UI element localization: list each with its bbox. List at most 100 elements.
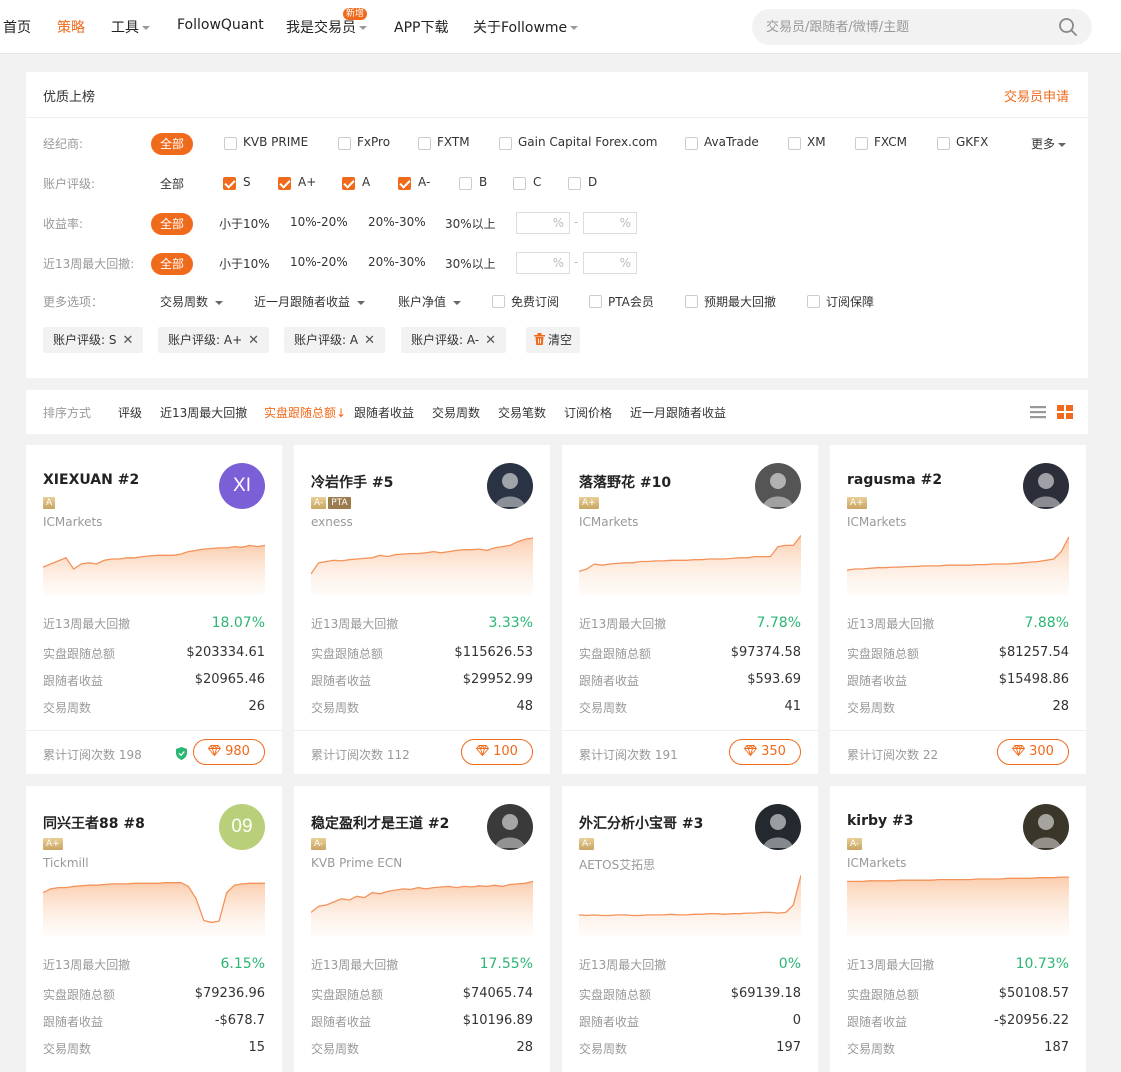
broker-checkbox[interactable] (499, 137, 512, 150)
trader-card[interactable]: 外汇分析小宝哥 #3 A- AETOS艾拓思 近13周最大回撤 0% 实盘跟随总额 $691… (562, 786, 818, 1072)
drawdown-range[interactable]: 10%-20% (290, 255, 348, 269)
avatar[interactable] (487, 804, 533, 850)
rating-checkbox-a-minus[interactable] (398, 177, 411, 190)
trader-name[interactable]: 外汇分析小宝哥 #3 (579, 813, 703, 833)
rating-checkbox-a[interactable] (342, 177, 355, 190)
drawdown-min-input[interactable]: % (516, 252, 570, 274)
trader-card[interactable]: 同兴王者88 #8 A+ Tickmill 09 近13周最大回撤 6.15% 实盘跟随总额… (26, 786, 282, 1072)
trader-apply-link[interactable]: 交易员申请 (1004, 86, 1069, 105)
drawdown-all-pill[interactable]: 全部 (151, 253, 194, 275)
subscribe-price-button[interactable]: 980 (193, 739, 265, 765)
sub-guarantee-checkbox[interactable] (807, 295, 820, 308)
trader-card[interactable]: 落落野花 #10 A+ ICMarkets 近13周最大回撤 7.78% 实盘跟随总额 $9… (562, 445, 818, 774)
stat-value: -$678.7 (214, 1013, 265, 1028)
sort-trades[interactable]: 交易笔数 (498, 404, 546, 421)
selected-tag[interactable]: 账户评级: A- ✕ (401, 327, 507, 353)
broker-more-dropdown[interactable]: 更多 (1031, 135, 1067, 152)
weeks-dropdown[interactable]: 交易周数 (160, 293, 223, 310)
search-input[interactable] (766, 17, 1036, 37)
trader-name[interactable]: ragusma #2 (847, 472, 942, 488)
trader-card[interactable]: kirby #3 A- ICMarkets 近13周最大回撤 10.73% 实盘跟随总额 $… (830, 786, 1086, 1072)
drawdown-range[interactable]: 20%-30% (368, 255, 426, 269)
avatar[interactable]: XI (219, 463, 265, 509)
trader-name[interactable]: kirby #3 (847, 813, 914, 829)
trader-name[interactable]: 稳定盈利才是王道 #2 (311, 813, 449, 833)
selected-tag[interactable]: 账户评级: A ✕ (284, 327, 385, 353)
trader-card[interactable]: ragusma #2 A+ ICMarkets 近13周最大回撤 7.88% 实盘跟随总额… (830, 445, 1086, 774)
broker-checkbox[interactable] (855, 137, 868, 150)
return-range[interactable]: 10%-20% (290, 215, 348, 229)
avatar[interactable] (755, 463, 801, 509)
broker-checkbox[interactable] (224, 137, 237, 150)
selected-tag[interactable]: 账户评级: S ✕ (43, 327, 144, 353)
follower-profit-dropdown[interactable]: 近一月跟随者收益 (254, 293, 365, 310)
close-icon[interactable]: ✕ (364, 333, 375, 348)
search-icon[interactable] (1058, 17, 1078, 37)
rating-all[interactable]: 全部 (160, 175, 184, 192)
return-max-input[interactable]: % (583, 212, 637, 234)
nav-app-download[interactable]: APP下载 (394, 17, 448, 37)
trader-name[interactable]: XIEXUAN #2 (43, 472, 139, 488)
broker-checkbox[interactable] (788, 137, 801, 150)
avatar[interactable]: 09 (219, 804, 265, 850)
equity-dropdown-label: 账户净值 (398, 295, 447, 309)
drawdown-max-input[interactable]: % (583, 252, 637, 274)
stat-label: 跟随者收益 (311, 674, 372, 688)
subscribe-price-button[interactable]: 100 (461, 739, 533, 765)
nav-home[interactable]: 首页 (3, 17, 31, 37)
rating-checkbox-a-plus[interactable] (278, 177, 291, 190)
avatar[interactable] (487, 463, 533, 509)
trader-card[interactable]: 稳定盈利才是王道 #2 A- KVB Prime ECN 近13周最大回撤 17.55%… (294, 786, 550, 1072)
rating-checkbox-c[interactable] (513, 177, 526, 190)
trader-name[interactable]: 落落野花 #10 (579, 472, 671, 492)
trader-card[interactable]: XIEXUAN #2 A ICMarkets XI 近13周最大回撤 18.07% 实盘跟随… (26, 445, 282, 774)
drawdown-range[interactable]: 小于10% (219, 255, 270, 272)
stat-value: 0 (792, 1013, 801, 1028)
sort-follower-profit[interactable]: 跟随者收益 (354, 404, 414, 421)
broker-checkbox[interactable] (937, 137, 950, 150)
rating-checkbox-d[interactable] (568, 177, 581, 190)
broker-all-pill[interactable]: 全部 (151, 133, 194, 155)
trader-name[interactable]: 冷岩作手 #5 (311, 472, 393, 492)
trader-name[interactable]: 同兴王者88 #8 (43, 813, 145, 833)
sort-price[interactable]: 订阅价格 (564, 404, 612, 421)
avatar[interactable] (1023, 804, 1069, 850)
return-range[interactable]: 小于10% (219, 215, 270, 232)
selected-tag[interactable]: 账户评级: A+ ✕ (158, 327, 270, 353)
clear-button[interactable]: 清空 (526, 327, 581, 353)
nav-trader[interactable]: 我是交易员 (286, 17, 367, 37)
return-all-pill[interactable]: 全部 (151, 213, 194, 235)
list-view-icon[interactable] (1030, 405, 1046, 419)
return-min-input[interactable]: % (516, 212, 570, 234)
sort-rating[interactable]: 评级 (118, 404, 142, 421)
broker-checkbox[interactable] (338, 137, 351, 150)
rating-checkbox-s[interactable] (223, 177, 236, 190)
free-sub-checkbox[interactable] (492, 295, 505, 308)
nav-strategy[interactable]: 策略 (57, 17, 85, 37)
subscribe-price-button[interactable]: 300 (997, 739, 1069, 765)
avatar[interactable] (1023, 463, 1069, 509)
return-range[interactable]: 20%-30% (368, 215, 426, 229)
avatar[interactable] (755, 804, 801, 850)
sort-weeks[interactable]: 交易周数 (432, 404, 480, 421)
drawdown-range[interactable]: 30%以上 (445, 255, 496, 272)
equity-dropdown[interactable]: 账户净值 (398, 293, 461, 310)
nav-tools[interactable]: 工具 (111, 17, 150, 37)
sort-total-follow[interactable]: 实盘跟随总额↓ (264, 404, 346, 421)
pta-checkbox[interactable] (589, 295, 602, 308)
sort-month-profit[interactable]: 近一月跟随者收益 (630, 404, 726, 421)
nav-about[interactable]: 关于Followme (473, 17, 579, 37)
subscribe-price-button[interactable]: 350 (729, 739, 801, 765)
close-icon[interactable]: ✕ (122, 333, 133, 348)
nav-followquant[interactable]: FollowQuant (177, 17, 264, 33)
rating-checkbox-b[interactable] (459, 177, 472, 190)
trader-card[interactable]: 冷岩作手 #5 A- PTA exness 近13周最大回撤 3.33% 实盘跟随总额 $11… (294, 445, 550, 774)
expected-drawdown-checkbox[interactable] (685, 295, 698, 308)
sort-drawdown[interactable]: 近13周最大回撤 (160, 404, 247, 421)
return-range[interactable]: 30%以上 (445, 215, 496, 232)
broker-checkbox[interactable] (685, 137, 698, 150)
close-icon[interactable]: ✕ (248, 333, 259, 348)
grid-view-icon[interactable] (1057, 405, 1073, 419)
close-icon[interactable]: ✕ (485, 333, 496, 348)
broker-checkbox[interactable] (418, 137, 431, 150)
